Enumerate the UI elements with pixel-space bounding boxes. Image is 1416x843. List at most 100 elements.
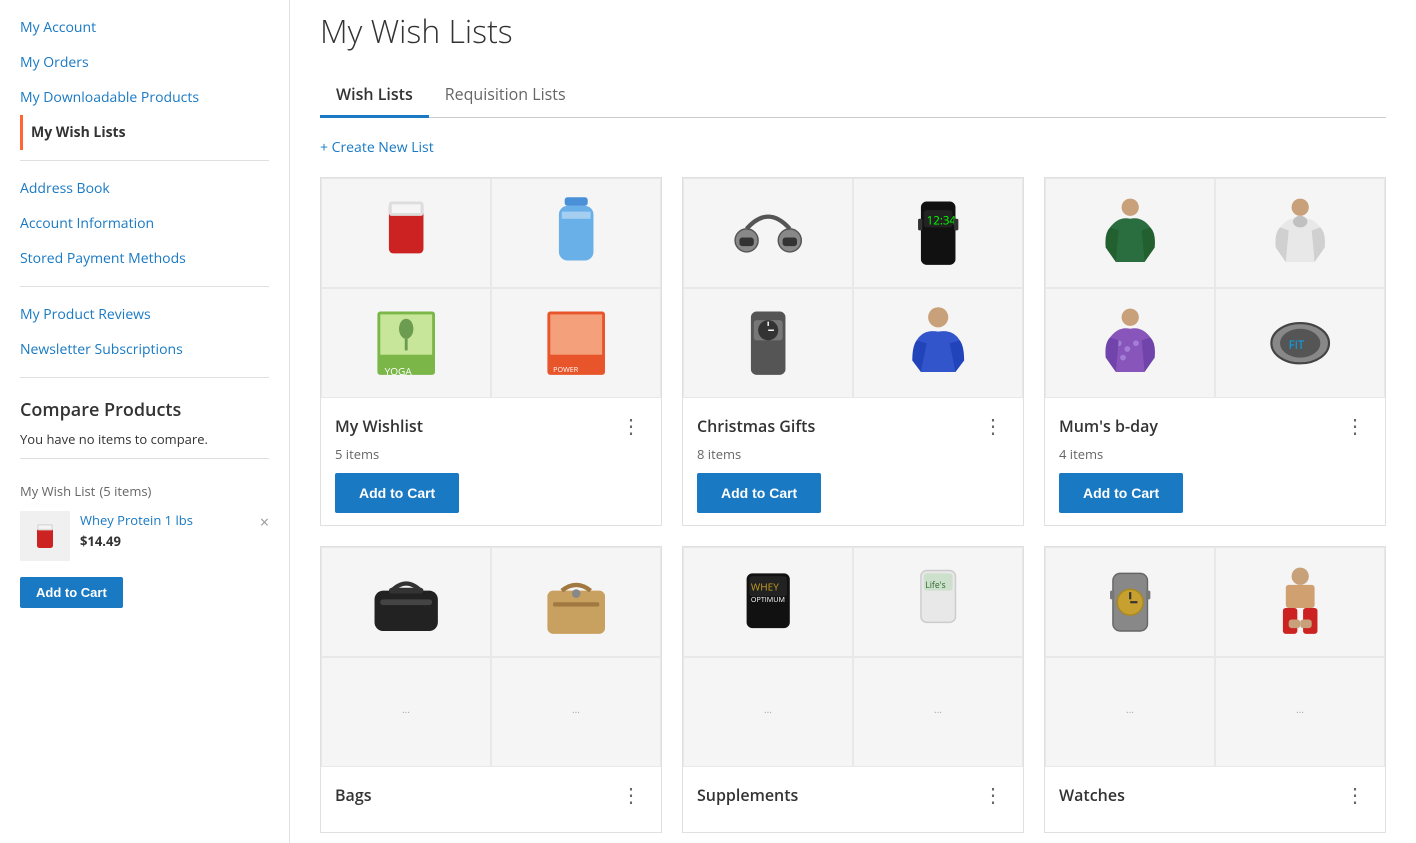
wishlist-sidebar-item: Whey Protein 1 lbs $14.49 × (20, 511, 269, 561)
wishlist-card-3-img-0 (321, 547, 491, 657)
wishlist-card-2-add-to-cart-button[interactable]: Add to Cart (1059, 473, 1183, 513)
wishlist-card-4-img-0: WHEY OPTIMUM (683, 547, 853, 657)
green-shirt-icon (1063, 190, 1197, 276)
wishlist-card-1-menu[interactable]: ⋮ (977, 410, 1009, 441)
wishlist-card-0-img-1 (491, 178, 661, 288)
sidebar-item-my-account[interactable]: My Account (20, 10, 269, 45)
sport-watch-icon (701, 300, 835, 386)
sidebar-item-my-orders[interactable]: My Orders (20, 45, 269, 80)
fitness-tracker-icon: FIT (1233, 300, 1367, 386)
wishlist-card-5-body: Watches ⋮ (1045, 767, 1385, 822)
remove-wishlist-item-button[interactable]: × (260, 511, 269, 533)
wishlist-card-0-name: My Wishlist (335, 415, 423, 437)
wishlist-card-2-images: FIT (1045, 178, 1385, 398)
placeholder-icon: ··· (492, 658, 660, 766)
wishlist-card-3: ··· ··· Bags ⋮ (320, 546, 662, 833)
wishlist-card-1-img-0 (683, 178, 853, 288)
gold-watch-icon (1063, 559, 1197, 645)
wishlist-card-3-menu[interactable]: ⋮ (615, 779, 647, 810)
wishlist-card-5: ··· ··· Watches ⋮ (1044, 546, 1386, 833)
wishlist-card-2-menu[interactable]: ⋮ (1339, 410, 1371, 441)
compare-title: Compare Products (20, 398, 269, 422)
wishlist-card-1-img-2 (683, 288, 853, 398)
svg-text:WHEY: WHEY (751, 579, 779, 593)
svg-text:POWER: POWER (553, 365, 579, 375)
wishlist-card-2-img-0 (1045, 178, 1215, 288)
wishlist-card-0-header: My Wishlist ⋮ (335, 410, 647, 441)
sidebar-divider-3 (20, 377, 269, 378)
svg-text:Life's: Life's (925, 579, 945, 591)
tan-bag-icon (509, 559, 643, 645)
wishlist-card-0-count: 5 items (335, 445, 647, 463)
wishlist-card-5-name: Watches (1059, 784, 1125, 806)
black-duffel-bag-icon (339, 559, 473, 645)
svg-text:OPTIMUM: OPTIMUM (751, 595, 785, 605)
wishlist-card-2-img-2 (1045, 288, 1215, 398)
wishlist-card-5-img-0 (1045, 547, 1215, 657)
wishlist-card-1-img-3 (853, 288, 1023, 398)
tab-requisition-lists[interactable]: Requisition Lists (429, 73, 582, 118)
wishlist-card-3-img-3: ··· (491, 657, 661, 767)
wishlist-card-5-images: ··· ··· (1045, 547, 1385, 767)
svg-text:YOGA: YOGA (384, 364, 412, 378)
wishlist-card-4-header: Supplements ⋮ (697, 779, 1009, 810)
sidebar-item-newsletter[interactable]: Newsletter Subscriptions (20, 332, 269, 367)
circuit-book-icon: POWER (509, 300, 643, 386)
wishlist-card-0-add-to-cart-button[interactable]: Add to Cart (335, 473, 459, 513)
wishlist-card-0-img-3: POWER (491, 288, 661, 398)
wishlist-grid: YOGA POWER (320, 177, 1386, 833)
wishlist-card-2-count: 4 items (1059, 445, 1371, 463)
wishlist-item-info: Whey Protein 1 lbs $14.49 (80, 511, 269, 553)
sidebar-item-downloadable[interactable]: My Downloadable Products (20, 80, 269, 115)
sidebar-item-wish-lists[interactable]: My Wish Lists (20, 115, 269, 150)
svg-text:FIT: FIT (1288, 338, 1304, 353)
placeholder-icon: ··· (1046, 658, 1214, 766)
wishlist-card-2-name: Mum's b-day (1059, 415, 1158, 437)
sidebar-item-stored-payment[interactable]: Stored Payment Methods (20, 241, 269, 276)
sidebar-item-account-info[interactable]: Account Information (20, 206, 269, 241)
wishlist-card-0-img-0 (321, 178, 491, 288)
wishlist-card-2-img-3: FIT (1215, 288, 1385, 398)
purple-shirt-icon (1063, 300, 1197, 386)
wishlist-card-5-menu[interactable]: ⋮ (1339, 779, 1371, 810)
wishlist-card-0: YOGA POWER (320, 177, 662, 526)
wishlist-sidebar-title: My Wish List (5 items) (20, 479, 269, 501)
wishlist-card-1-add-to-cart-button[interactable]: Add to Cart (697, 473, 821, 513)
wishlist-card-4-img-1: Life's (853, 547, 1023, 657)
wishlist-card-3-header: Bags ⋮ (335, 779, 647, 810)
wishlist-card-1-name: Christmas Gifts (697, 415, 815, 437)
sidebar-divider-2 (20, 286, 269, 287)
wishlist-item-image (20, 511, 70, 561)
wishlist-card-1-count: 8 items (697, 445, 1009, 463)
sidebar-add-to-cart-button[interactable]: Add to Cart (20, 577, 123, 608)
placeholder-icon: ··· (854, 658, 1022, 766)
wishlist-item-name[interactable]: Whey Protein 1 lbs (80, 511, 269, 529)
wishlist-card-0-menu[interactable]: ⋮ (615, 410, 647, 441)
sidebar-divider-1 (20, 160, 269, 161)
wishlist-card-1: 12:34 (682, 177, 1024, 526)
wishlist-card-0-img-2: YOGA (321, 288, 491, 398)
whey-protein-black-icon: WHEY OPTIMUM (701, 559, 835, 645)
sidebar-divider-4 (20, 458, 269, 459)
create-new-list-link[interactable]: + Create New List (320, 138, 434, 157)
sidebar-item-product-reviews[interactable]: My Product Reviews (20, 297, 269, 332)
wishlist-item-price: $14.49 (80, 532, 269, 550)
wishlist-card-3-name: Bags (335, 784, 371, 806)
wishlist-card-2: FIT Mum's b-day ⋮ 4 items Add to Cart (1044, 177, 1386, 526)
white-hoodie-icon (1233, 190, 1367, 276)
wishlist-card-4-images: WHEY OPTIMUM Life's ··· (683, 547, 1023, 767)
whey-protein-thumb-icon (25, 516, 65, 556)
wishlist-card-1-body: Christmas Gifts ⋮ 8 items Add to Cart (683, 398, 1023, 525)
wishlist-card-4: WHEY OPTIMUM Life's ··· (682, 546, 1024, 833)
tab-wish-lists[interactable]: Wish Lists (320, 73, 429, 118)
placeholder-icon: ··· (1216, 658, 1384, 766)
wishlist-card-4-menu[interactable]: ⋮ (977, 779, 1009, 810)
wishlist-card-3-body: Bags ⋮ (321, 767, 661, 832)
wishlist-card-2-img-1 (1215, 178, 1385, 288)
wishlist-card-3-images: ··· ··· (321, 547, 661, 767)
water-bottle-icon (509, 190, 643, 276)
tabs-container: Wish Lists Requisition Lists (320, 73, 1386, 118)
wishlist-card-4-img-3: ··· (853, 657, 1023, 767)
supplement-bottle-icon: Life's (871, 559, 1005, 645)
sidebar-item-address-book[interactable]: Address Book (20, 171, 269, 206)
